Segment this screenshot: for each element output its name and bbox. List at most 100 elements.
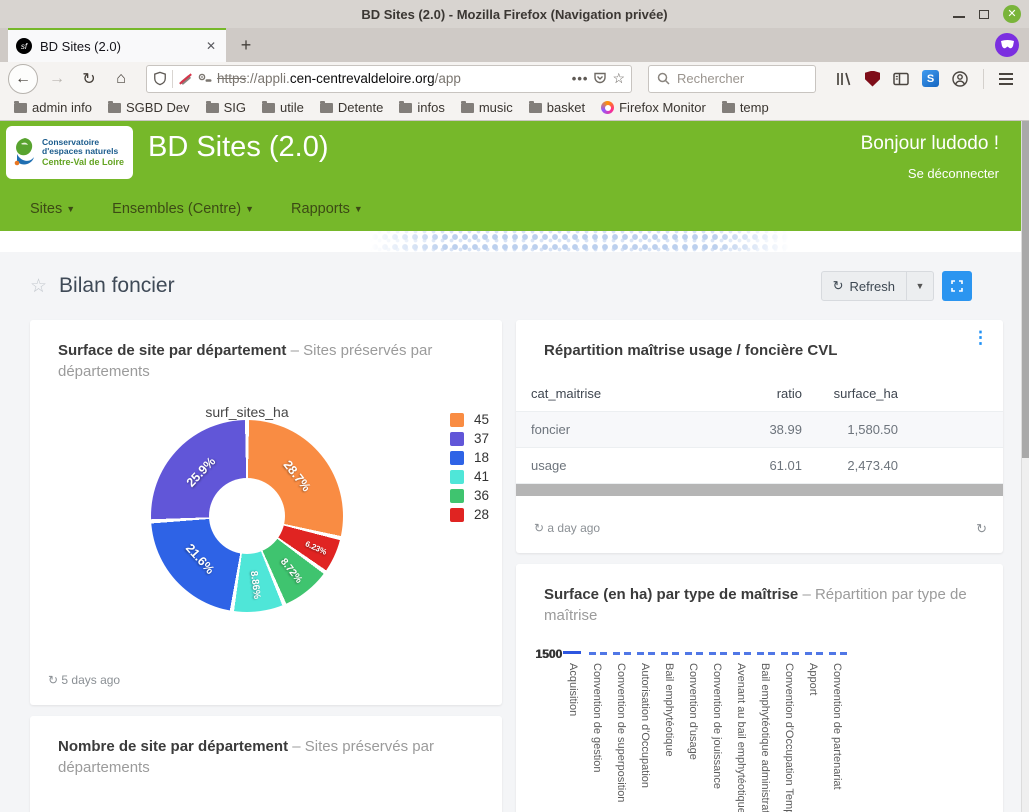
legend-item[interactable]: 36 <box>450 486 489 505</box>
legend-swatch <box>450 451 464 465</box>
bar-category-label: Acquisition <box>567 663 579 716</box>
bookmark-item[interactable]: infos <box>393 98 450 117</box>
panel-surface-par-type: Surface (en ha) par type de maîtrise – R… <box>516 564 1003 812</box>
bookmark-item[interactable]: admin info <box>8 98 98 117</box>
bookmark-item[interactable]: basket <box>523 98 591 117</box>
logout-link[interactable]: Se déconnecter <box>908 166 999 181</box>
table-horizontal-scrollbar[interactable] <box>516 484 1003 496</box>
bar-gridline-dash <box>733 652 740 655</box>
chevron-down-icon: ▼ <box>66 204 75 214</box>
reload-button[interactable]: ↻ <box>76 66 102 92</box>
menu-hamburger-icon[interactable] <box>999 73 1013 85</box>
back-button[interactable]: ← <box>8 64 38 94</box>
navigation-toolbar: ← → ↻ ⌂ https://appli.cen-centrevaldeloi… <box>0 62 1029 95</box>
account-icon[interactable] <box>952 71 968 87</box>
dashboard-heading: ☆ Bilan foncier ↻Refresh ▼ <box>30 262 1002 310</box>
panel-title: Surface de site par département – Sites … <box>58 340 468 382</box>
s-extension-icon[interactable]: S <box>922 70 939 87</box>
bar-category-label: Convention de gestion <box>591 663 603 772</box>
bookmark-star-icon[interactable]: ☆ <box>612 70 625 87</box>
library-icon[interactable] <box>836 72 852 86</box>
site-identity-icon[interactable] <box>198 73 212 84</box>
legend-item[interactable]: 37 <box>450 429 489 448</box>
user-greeting: Bonjour ludodo ! <box>861 133 999 155</box>
home-button[interactable]: ⌂ <box>108 66 134 92</box>
donut-legend: 45 37 184136 28 <box>450 410 489 524</box>
bar-gridline-dash <box>624 652 631 655</box>
bookmark-item[interactable]: Firefox Monitor <box>595 98 712 117</box>
bar-gridline-start <box>563 651 581 654</box>
folder-icon <box>262 103 275 113</box>
symfony-favicon-icon: sf <box>16 38 32 54</box>
panel-updated: ↻ 5 days ago <box>48 673 120 687</box>
bookmark-item[interactable]: Detente <box>314 98 390 117</box>
bar-category-label: Convention de jouissance <box>711 663 723 789</box>
legend-label: 28 <box>474 507 489 522</box>
bookmark-item[interactable]: SGBD Dev <box>102 98 196 117</box>
content-scrollbar-thumb[interactable] <box>1022 121 1029 458</box>
nav-menu-ensembles[interactable]: Ensembles (Centre)▼ <box>112 201 254 217</box>
sidebar-toggle-icon[interactable] <box>893 72 909 86</box>
page-content: Conservatoire d'espaces naturels Centre-… <box>0 121 1021 812</box>
bookmark-item[interactable]: SIG <box>200 98 252 117</box>
content-scrollbar[interactable] <box>1021 121 1029 812</box>
dashboard-actions: ↻Refresh ▼ <box>821 271 972 301</box>
legend-item[interactable]: 18 <box>450 448 489 467</box>
url-text[interactable]: https://appli.cen-centrevaldeloire.org/a… <box>217 71 567 86</box>
tab-bar: sf BD Sites (2.0) ✕ + <box>0 28 1029 62</box>
panel-updated: ↻ a day ago <box>534 521 600 535</box>
legend-swatch <box>450 470 464 484</box>
fullscreen-button[interactable] <box>942 271 972 301</box>
folder-icon <box>320 103 333 113</box>
bookmark-item[interactable]: utile <box>256 98 310 117</box>
search-bar[interactable]: Rechercher <box>648 65 816 93</box>
pocket-icon[interactable] <box>593 72 607 85</box>
tab-close-icon[interactable]: ✕ <box>204 39 218 53</box>
legend-label: 45 <box>474 412 489 427</box>
folder-icon <box>529 103 542 113</box>
table-cell: 1,580.50 <box>802 422 898 437</box>
chevron-down-icon: ▼ <box>245 204 254 214</box>
table-row: usage61.012,473.40 <box>516 448 1003 484</box>
legend-item[interactable]: 45 <box>450 410 489 429</box>
favorite-star-icon[interactable]: ☆ <box>30 275 47 298</box>
close-button[interactable]: ✕ <box>1003 5 1021 23</box>
active-tab[interactable]: sf BD Sites (2.0) ✕ <box>8 28 226 62</box>
forward-button[interactable]: → <box>44 66 70 92</box>
url-bar[interactable]: https://appli.cen-centrevaldeloire.org/a… <box>146 65 632 93</box>
cen-logo[interactable]: Conservatoire d'espaces naturels Centre-… <box>6 126 133 179</box>
legend-item[interactable]: 28 <box>450 505 489 524</box>
legend-swatch <box>450 432 464 446</box>
ublock-origin-icon[interactable] <box>865 71 880 87</box>
panel-refresh-icon[interactable]: ↻ <box>976 521 987 537</box>
blocked-permission-icon[interactable] <box>178 72 193 86</box>
donut-hole <box>209 478 285 554</box>
bar-gridline-dash <box>768 652 775 655</box>
urlbar-separator <box>172 70 173 88</box>
bar-category-label: Bail emphytéotique administratif <box>759 663 771 812</box>
new-tab-button[interactable]: + <box>234 33 258 57</box>
bookmark-item[interactable]: temp <box>716 98 775 117</box>
refresh-dropdown-button[interactable]: ▼ <box>907 271 934 301</box>
refresh-button[interactable]: ↻Refresh <box>821 271 907 301</box>
fullscreen-icon <box>951 280 963 292</box>
legend-swatch <box>450 489 464 503</box>
donut-chart[interactable]: 28.7%6.23%8.72%8.86%21.6%25.9% <box>151 420 343 612</box>
page-actions-icon[interactable]: ••• <box>572 71 589 86</box>
minimize-button[interactable] <box>953 16 965 18</box>
panel-repartition-maitrise: Répartition maîtrise usage / foncière CV… <box>516 320 1003 553</box>
restore-button[interactable] <box>979 10 989 19</box>
legend-label: 37 <box>474 431 489 446</box>
kebab-menu-icon[interactable]: ⋮ <box>972 328 989 348</box>
nav-menu-rapports[interactable]: Rapports▼ <box>291 201 363 217</box>
legend-swatch <box>450 508 464 522</box>
bookmark-item[interactable]: music <box>455 98 519 117</box>
bar-gridline-dash <box>840 652 847 655</box>
panel-title: Surface (en ha) par type de maîtrise – R… <box>544 584 974 626</box>
folder-icon <box>14 103 27 113</box>
legend-item[interactable]: 41 <box>450 467 489 486</box>
window-controls: ✕ <box>953 0 1021 28</box>
nav-menu-sites[interactable]: Sites▼ <box>30 201 75 217</box>
tracking-protection-shield-icon[interactable] <box>153 71 167 86</box>
table-header-row: cat_maitrise ratio surface_ha <box>516 376 1003 412</box>
